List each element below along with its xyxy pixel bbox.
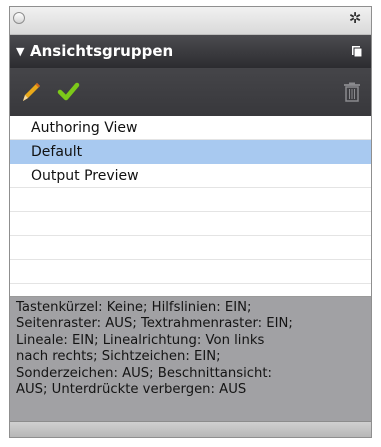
list-item-authoring-view[interactable]: Authoring View — [10, 116, 371, 140]
pencil-icon[interactable] — [19, 80, 43, 104]
list-item-output-preview[interactable]: Output Preview — [10, 164, 371, 188]
triangle-down-icon[interactable]: ▼ — [16, 35, 24, 68]
panel-header[interactable]: ▼ Ansichtsgruppen — [10, 35, 371, 68]
list-item-default[interactable]: Default — [10, 140, 371, 164]
info-line: Tastenkürzel: Keine; Hilfslinien: EIN; — [16, 300, 252, 315]
close-circle-icon[interactable] — [13, 12, 25, 24]
panel-menu-icon[interactable] — [352, 46, 362, 57]
view-settings-info: Tastenkürzel: Keine; Hilfslinien: EIN; S… — [10, 297, 371, 423]
panel-toolbar — [10, 68, 371, 116]
info-line: Seitenraster: AUS; Textrahmenraster: EIN… — [16, 316, 293, 332]
info-line: nach rechts; Sichtzeichen: EIN; — [16, 349, 221, 365]
panel-titlebar: ✲ — [10, 7, 371, 35]
panel-title: Ansichtsgruppen — [30, 42, 174, 60]
checkmark-icon[interactable] — [56, 80, 80, 104]
info-line: Sonderzeichen: AUS; Beschnittansicht: — [16, 365, 272, 381]
view-group-list: Authoring View Default Output Preview — [10, 116, 371, 297]
info-line: AUS; Unterdrückte verbergen: AUS — [16, 382, 247, 398]
trash-icon[interactable] — [340, 80, 364, 104]
info-line: Lineale: EIN; Linealrichtung: Von links — [16, 332, 265, 348]
view-groups-panel: ✲ ▼ Ansichtsgruppen Authoring View Defau… — [9, 6, 372, 438]
gear-icon[interactable]: ✲ — [347, 9, 363, 27]
panel-resize-bar[interactable] — [10, 421, 371, 437]
